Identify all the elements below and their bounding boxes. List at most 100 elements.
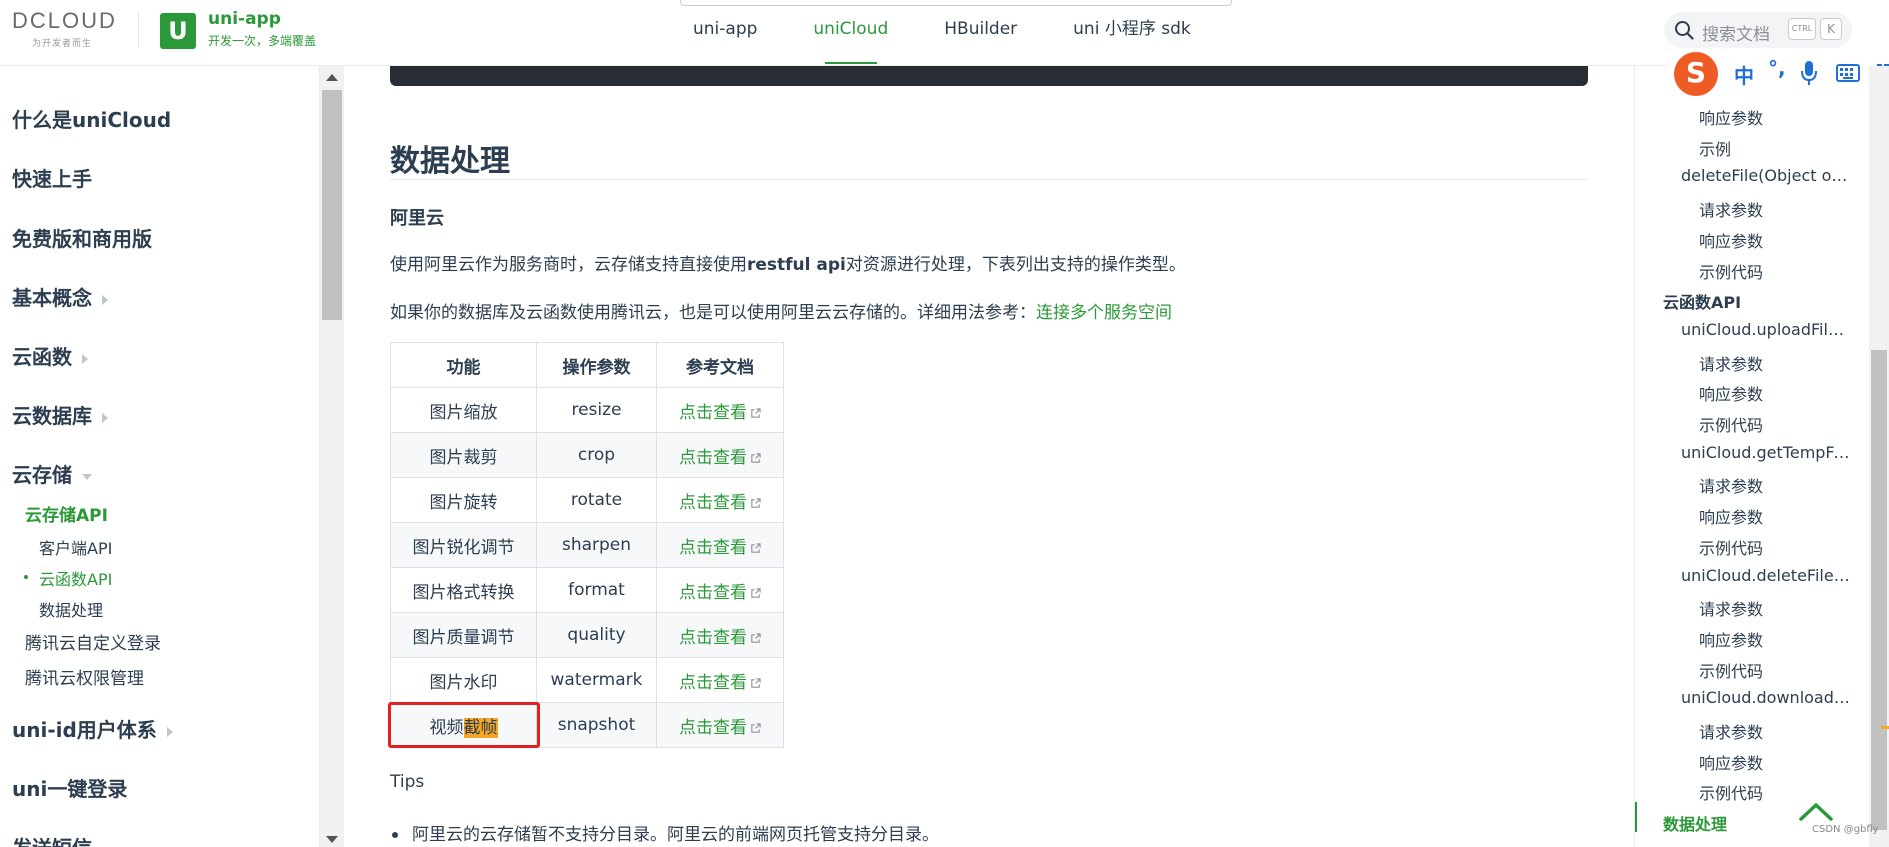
doc-link[interactable]: 点击查看 xyxy=(679,448,747,468)
doc-link[interactable]: 点击查看 xyxy=(679,673,747,693)
chevron-down-icon xyxy=(82,473,92,480)
toc-item[interactable]: 请求参数 xyxy=(1699,596,1763,620)
search-icon xyxy=(1675,21,1694,40)
sidebar-item-uni-id[interactable]: uni-id用户体系 xyxy=(12,714,173,743)
toc-item[interactable]: 示例代码 xyxy=(1699,259,1763,283)
page-scrollbar-thumb[interactable] xyxy=(1871,350,1887,830)
param-cell: resize xyxy=(536,387,657,433)
toc-item[interactable]: 示例代码 xyxy=(1699,535,1763,559)
external-link-icon xyxy=(751,587,761,598)
external-link-icon xyxy=(751,497,761,508)
table-row: 图片缩放 resize 点击查看 xyxy=(390,387,784,433)
code-block-end xyxy=(390,66,1588,86)
sidebar-item-concepts[interactable]: 基本概念 xyxy=(12,282,108,311)
top-header: DCLOUD 为开发者而生 U uni-app 开发一次，多端覆盖 uni-ap… xyxy=(0,0,1889,66)
uni-app-name[interactable]: uni-app xyxy=(208,9,281,29)
doc-link[interactable]: 点击查看 xyxy=(679,538,747,558)
csdn-watermark: CSDN @gbfly xyxy=(1812,824,1879,835)
search-placeholder: 搜索文档 xyxy=(1702,25,1770,45)
sidebar-item-tencent-permission[interactable]: 腾讯云权限管理 xyxy=(25,664,144,689)
chevron-right-icon xyxy=(102,412,108,423)
sidebar-item-cloud-database[interactable]: 云数据库 xyxy=(12,400,108,429)
dcloud-slogan: 为开发者而生 xyxy=(32,39,93,49)
table-row: 图片格式转换 format 点击查看 xyxy=(390,567,784,613)
doc-link[interactable]: 点击查看 xyxy=(679,583,747,603)
toc-item[interactable]: uniCloud.downloadFil... xyxy=(1681,688,1853,707)
external-link-icon xyxy=(751,632,761,643)
sidebar-item-what-is-unicloud[interactable]: 什么是uniCloud xyxy=(12,104,171,133)
toc-item[interactable]: uniCloud.getTempFile... xyxy=(1681,443,1853,462)
sidebar-item-versions[interactable]: 免费版和商用版 xyxy=(12,223,152,252)
toc-item[interactable]: deleteFile(Object obje... xyxy=(1681,166,1853,185)
sidebar-item-tencent-login[interactable]: 腾讯云自定义登录 xyxy=(25,629,161,654)
search-box[interactable]: 搜索文档 CTRL K xyxy=(1664,12,1852,48)
sidebar-item-data-processing[interactable]: 数据处理 xyxy=(39,597,103,621)
scroll-up-arrow-icon[interactable] xyxy=(326,74,338,81)
doc-cell: 点击查看 xyxy=(656,477,784,523)
toc-item[interactable]: 响应参数 xyxy=(1699,381,1763,405)
toc-item[interactable]: 响应参数 xyxy=(1699,504,1763,528)
back-to-top-icon[interactable] xyxy=(1798,800,1834,822)
chevron-right-icon xyxy=(166,726,173,737)
sidebar-item-client-api[interactable]: 客户端API xyxy=(39,535,112,559)
toc-item[interactable]: 云函数API xyxy=(1663,289,1741,313)
top-nav: uni-app uniCloud HBuilder uni 小程序 sdk xyxy=(665,0,1219,66)
sidebar-item-storage-api[interactable]: 云存储API xyxy=(25,501,108,526)
toc-item[interactable]: 请求参数 xyxy=(1699,719,1763,743)
external-link-icon xyxy=(751,407,761,418)
toc-item[interactable]: 请求参数 xyxy=(1699,351,1763,375)
sidebar-scrollbar-thumb[interactable] xyxy=(322,90,342,320)
doc-link[interactable]: 点击查看 xyxy=(679,718,747,738)
doc-cell: 点击查看 xyxy=(656,657,784,703)
uni-app-slogan: 开发一次，多端覆盖 xyxy=(208,34,317,48)
sidebar-item-cloud-api[interactable]: 云函数API xyxy=(39,566,112,590)
toc-item[interactable]: 示例代码 xyxy=(1699,780,1763,804)
nav-hbuilder[interactable]: HBuilder xyxy=(916,0,1045,66)
sidebar-item-quick-start[interactable]: 快速上手 xyxy=(12,163,92,192)
toc-item[interactable]: 示例 xyxy=(1699,136,1731,160)
tips-list-item: 阿里云的云存储暂不支持分目录。阿里云的前端网页托管支持分目录。 xyxy=(392,820,939,845)
toc-item[interactable]: 示例代码 xyxy=(1699,412,1763,436)
table-row: 图片锐化调节 sharpen 点击查看 xyxy=(390,522,784,568)
sidebar-item-sms[interactable]: 发送短信 xyxy=(12,832,92,847)
heading-divider xyxy=(390,179,1588,180)
toc-item[interactable]: 示例代码 xyxy=(1699,658,1763,682)
sidebar-item-cloud-storage[interactable]: 云存储 xyxy=(12,459,92,488)
uni-app-logo[interactable]: U xyxy=(160,13,196,49)
param-cell: snapshot xyxy=(536,702,657,748)
feature-cell: 图片质量调节 xyxy=(390,612,537,658)
note-text: 如果你的数据库及云函数使用腾讯云，也是可以使用阿里云云存储的。详细用法参考： xyxy=(390,303,1036,323)
nav-uni-sdk[interactable]: uni 小程序 sdk xyxy=(1045,0,1219,66)
toc-item[interactable]: uniCloud.deleteFile(O... xyxy=(1681,566,1853,585)
highlight-annotation-box xyxy=(388,702,540,748)
feature-cell: 图片格式转换 xyxy=(390,567,537,613)
doc-link[interactable]: 点击查看 xyxy=(679,403,747,423)
param-cell: watermark xyxy=(536,657,657,703)
toc-item[interactable]: uniCloud.uploadFile(... xyxy=(1681,320,1853,339)
sidebar-item-cloud-function[interactable]: 云函数 xyxy=(12,341,88,370)
intro-paragraph: 使用阿里云作为服务商时，云存储支持直接使用restful api对资源进行处理，… xyxy=(390,250,1186,275)
param-cell: crop xyxy=(536,432,657,478)
intro-text: 使用阿里云作为服务商时，云存储支持直接使用 xyxy=(390,255,747,275)
sidebar-item-label: 云存储 xyxy=(12,463,72,487)
toc-item[interactable]: 请求参数 xyxy=(1699,197,1763,221)
external-link-icon xyxy=(751,722,761,733)
sidebar-item-label: 云函数 xyxy=(12,345,72,369)
dcloud-logo[interactable]: DCLOUD 为开发者而生 xyxy=(12,10,120,50)
doc-link[interactable]: 点击查看 xyxy=(679,628,747,648)
sidebar-item-label: 发送短信 xyxy=(12,836,92,847)
toc-item[interactable]: 请求参数 xyxy=(1699,473,1763,497)
toc-item[interactable]: 响应参数 xyxy=(1699,105,1763,129)
nav-uni-app[interactable]: uni-app xyxy=(665,0,785,66)
column-header-param: 操作参数 xyxy=(536,342,657,388)
multi-space-link[interactable]: 连接多个服务空间 xyxy=(1036,303,1172,323)
scroll-down-arrow-icon[interactable] xyxy=(326,836,338,843)
toc-item[interactable]: 响应参数 xyxy=(1699,750,1763,774)
toc-item[interactable]: 响应参数 xyxy=(1699,228,1763,252)
toc-item[interactable]: 响应参数 xyxy=(1699,627,1763,651)
sidebar-item-one-click-login[interactable]: uni一键登录 xyxy=(12,773,127,802)
sidebar-item-label: uni-id用户体系 xyxy=(12,718,157,742)
nav-unicloud[interactable]: uniCloud xyxy=(785,0,916,66)
toc-item[interactable]: 数据处理 xyxy=(1663,811,1727,835)
doc-link[interactable]: 点击查看 xyxy=(679,493,747,513)
